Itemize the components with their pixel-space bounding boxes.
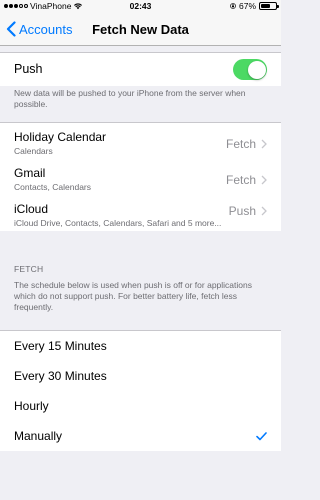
checkmark-icon	[256, 432, 267, 441]
account-row-icloud[interactable]: iCloud iCloud Drive, Contacts, Calendars…	[0, 195, 281, 231]
fetch-option-label: Hourly	[14, 399, 49, 413]
status-right: 67%	[230, 1, 279, 11]
push-description: New data will be pushed to your iPhone f…	[14, 88, 246, 109]
account-fetch-mode: Fetch	[225, 173, 256, 187]
back-button[interactable]: Accounts	[6, 21, 72, 37]
battery-level	[261, 4, 271, 8]
account-services: iCloud Drive, Contacts, Calendars, Safar…	[14, 218, 222, 228]
fetch-option-row[interactable]: Every 30 Minutes	[0, 361, 281, 391]
chevron-right-icon	[261, 206, 267, 216]
fetch-option-row[interactable]: Every 15 Minutes	[0, 331, 281, 361]
toggle-knob	[247, 60, 266, 79]
fetch-option-row[interactable]: Hourly	[0, 391, 281, 421]
fetch-option-label: Manually	[14, 429, 63, 443]
status-bar: VinaPhone 02:43 67%	[0, 0, 281, 12]
push-row: Push	[0, 53, 281, 86]
fetch-section-header: FETCH	[14, 264, 44, 274]
accounts-section: Holiday Calendar Calendars Fetch Gmail C…	[0, 122, 281, 231]
push-toggle[interactable]	[233, 59, 267, 80]
account-fetch-mode: Push	[228, 204, 256, 218]
back-button-label: Accounts	[19, 21, 73, 37]
account-fetch-mode: Fetch	[225, 137, 256, 151]
account-row-gmail[interactable]: Gmail Contacts, Calendars Fetch	[0, 159, 281, 195]
fetch-option-label: Every 30 Minutes	[14, 369, 107, 383]
battery-icon	[259, 2, 279, 10]
battery-percent: 67%	[238, 1, 256, 11]
account-name: iCloud	[14, 202, 49, 216]
account-services: Contacts, Calendars	[14, 182, 92, 192]
fetch-options-section: Every 15 Minutes Every 30 Minutes Hourly…	[0, 330, 281, 451]
push-section: Push	[0, 52, 281, 86]
push-label: Push	[14, 62, 43, 76]
account-row-holiday-calendar[interactable]: Holiday Calendar Calendars Fetch	[0, 123, 281, 159]
fetch-description: The schedule below is used when push is …	[14, 280, 252, 312]
fetch-option-row-selected[interactable]: Manually	[0, 421, 281, 451]
chevron-left-icon	[6, 21, 16, 37]
orientation-lock-icon	[230, 3, 236, 9]
navigation-bar: Accounts Fetch New Data	[0, 12, 281, 46]
account-name: Holiday Calendar	[14, 130, 107, 144]
chevron-right-icon	[261, 175, 267, 185]
fetch-option-label: Every 15 Minutes	[14, 339, 107, 353]
account-services: Calendars	[14, 146, 53, 156]
chevron-right-icon	[261, 139, 267, 149]
account-name: Gmail	[14, 166, 46, 180]
